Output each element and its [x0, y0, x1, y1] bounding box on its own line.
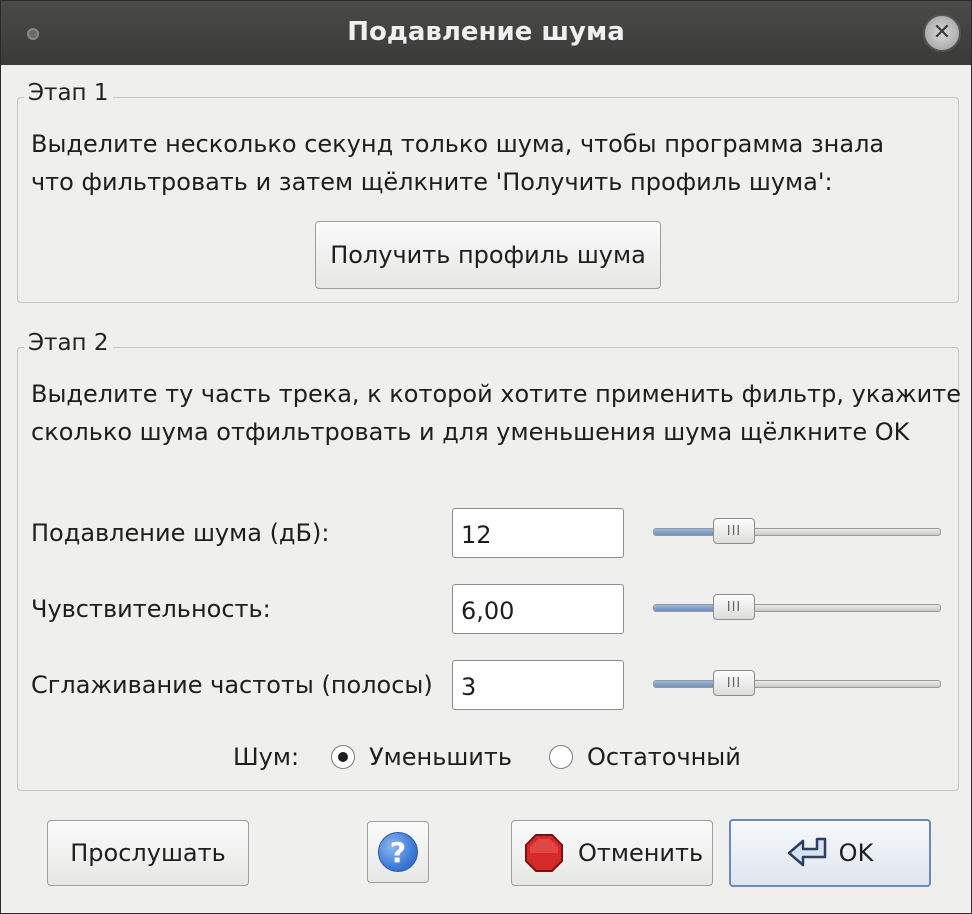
residual-radio-label[interactable]: Остаточный — [587, 738, 741, 776]
preview-button[interactable]: Прослушать — [47, 820, 249, 886]
slider-thumb[interactable]: III — [713, 594, 755, 620]
noise-reduction-slider[interactable]: III — [653, 518, 941, 546]
reduce-radio-label[interactable]: Уменьшить — [369, 738, 512, 776]
cancel-button-label: Отменить — [578, 839, 704, 867]
sensitivity-label: Чувствительность: — [31, 595, 271, 623]
ok-button-label: OK — [838, 839, 874, 867]
noise-reduction-input[interactable]: 12 — [452, 508, 624, 558]
noise-reduction-label: Подавление шума (дБ): — [31, 519, 330, 547]
step1-instruction-line2: что фильтровать и затем щёлкните 'Получи… — [31, 168, 833, 196]
help-button[interactable]: ? — [367, 821, 429, 883]
stop-icon — [525, 834, 563, 872]
frequency-smoothing-input[interactable]: 3 — [452, 660, 624, 710]
get-noise-profile-button[interactable]: Получить профиль шума — [315, 221, 661, 289]
window-title: Подавление шума — [347, 17, 625, 47]
sensitivity-slider[interactable]: III — [653, 594, 941, 622]
step1-legend: Этап 1 — [24, 80, 113, 106]
noise-mode-label: Шум: — [233, 743, 300, 771]
step2-instruction-line1: Выделите ту часть трека, к которой хотит… — [31, 380, 962, 408]
frequency-smoothing-label: Сглаживание частоты (полосы) — [31, 671, 433, 699]
ok-button[interactable]: OK — [729, 819, 931, 887]
frequency-smoothing-slider[interactable]: III — [653, 670, 941, 698]
cancel-button[interactable]: Отменить — [511, 820, 713, 886]
close-icon[interactable]: ✕ — [923, 14, 961, 52]
noise-removal-dialog: Подавление шума ✕ Этап 1 Выделите нескол… — [0, 0, 972, 914]
title-bar: Подавление шума ✕ — [1, 1, 971, 65]
step2-legend: Этап 2 — [24, 330, 113, 356]
step2-instruction-line2: сколько шума отфильтровать и для уменьше… — [31, 418, 910, 446]
enter-arrow-icon — [787, 837, 826, 867]
slider-thumb[interactable]: III — [713, 518, 755, 544]
sensitivity-input[interactable]: 6,00 — [452, 584, 624, 634]
slider-thumb[interactable]: III — [713, 670, 755, 696]
step1-instruction-line1: Выделите несколько секунд только шума, ч… — [31, 130, 885, 158]
reduce-radio[interactable] — [331, 745, 355, 769]
help-icon: ? — [378, 832, 418, 872]
residual-radio[interactable] — [549, 745, 573, 769]
